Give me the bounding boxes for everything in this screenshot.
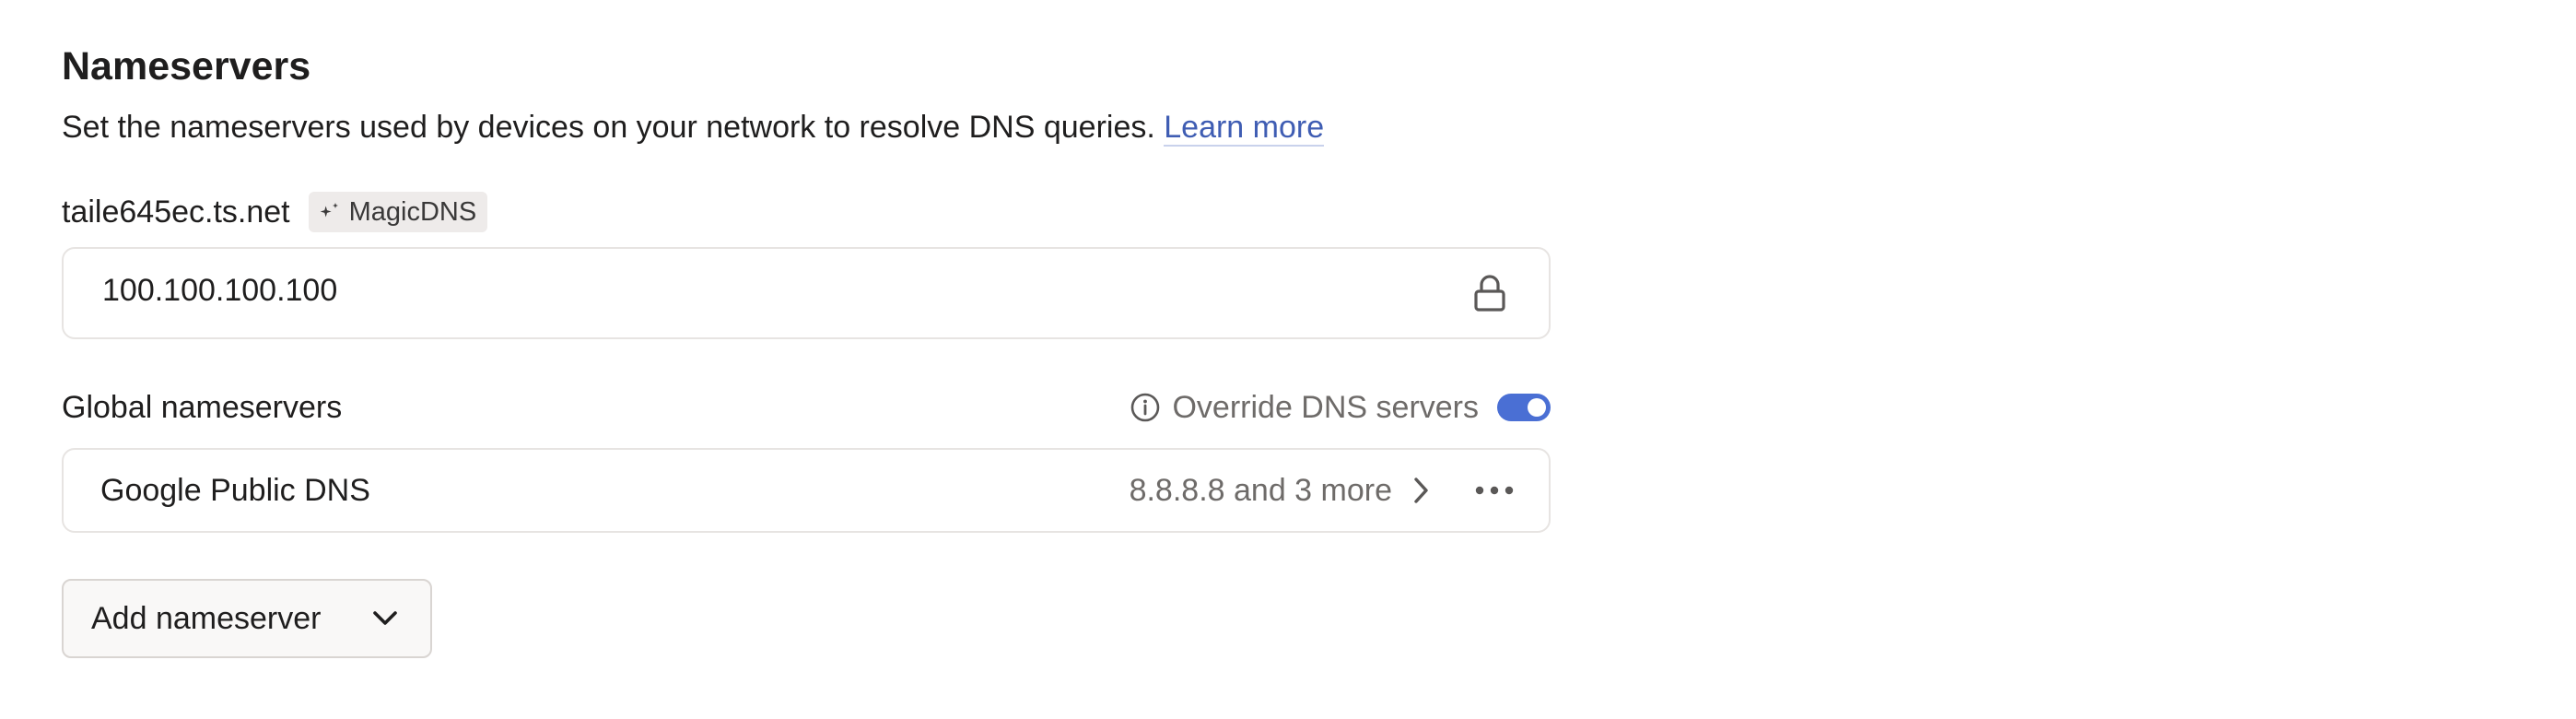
learn-more-link[interactable]: Learn more bbox=[1164, 110, 1325, 147]
description-text: Set the nameservers used by devices on y… bbox=[62, 110, 1155, 145]
chevron-right-icon[interactable] bbox=[1411, 475, 1431, 506]
nameserver-summary: 8.8.8.8 and 3 more bbox=[1129, 472, 1392, 508]
nameserver-row-actions: 8.8.8.8 and 3 more bbox=[1130, 473, 1514, 509]
override-dns-label: Override DNS servers bbox=[1172, 389, 1479, 425]
magicdns-badge: MagicDNS bbox=[308, 192, 488, 232]
override-dns-control: Override DNS servers bbox=[1130, 390, 1551, 426]
nameserver-row[interactable]: Google Public DNS 8.8.8.8 and 3 more bbox=[62, 448, 1551, 533]
magicdns-nameserver-value: 100.100.100.100 bbox=[102, 272, 338, 308]
toggle-knob bbox=[1528, 398, 1546, 417]
section-title: Nameservers bbox=[62, 44, 311, 88]
tailnet-name: taile645ec.ts.net bbox=[62, 194, 290, 230]
badge-label: MagicDNS bbox=[348, 196, 477, 227]
more-options-icon[interactable] bbox=[1475, 486, 1514, 495]
add-nameserver-button[interactable]: Add nameserver bbox=[62, 579, 432, 658]
nameservers-section: Nameservers Set the nameservers used by … bbox=[62, 39, 1551, 658]
magicdns-nameserver-field: 100.100.100.100 bbox=[62, 247, 1551, 339]
section-description: Set the nameservers used by devices on y… bbox=[62, 105, 1551, 149]
sparkle-icon bbox=[320, 203, 338, 218]
info-icon[interactable] bbox=[1130, 392, 1161, 423]
add-nameserver-label: Add nameserver bbox=[91, 600, 322, 636]
chevron-down-icon bbox=[373, 611, 397, 625]
override-dns-toggle[interactable] bbox=[1497, 394, 1551, 421]
nameserver-name: Google Public DNS bbox=[100, 472, 370, 508]
lock-icon bbox=[1474, 275, 1505, 312]
global-nameservers-header: Global nameservers Override DNS servers bbox=[62, 383, 1551, 431]
global-nameservers-label: Global nameservers bbox=[62, 389, 343, 425]
tailnet-header: taile645ec.ts.net MagicDNS bbox=[62, 190, 1551, 234]
